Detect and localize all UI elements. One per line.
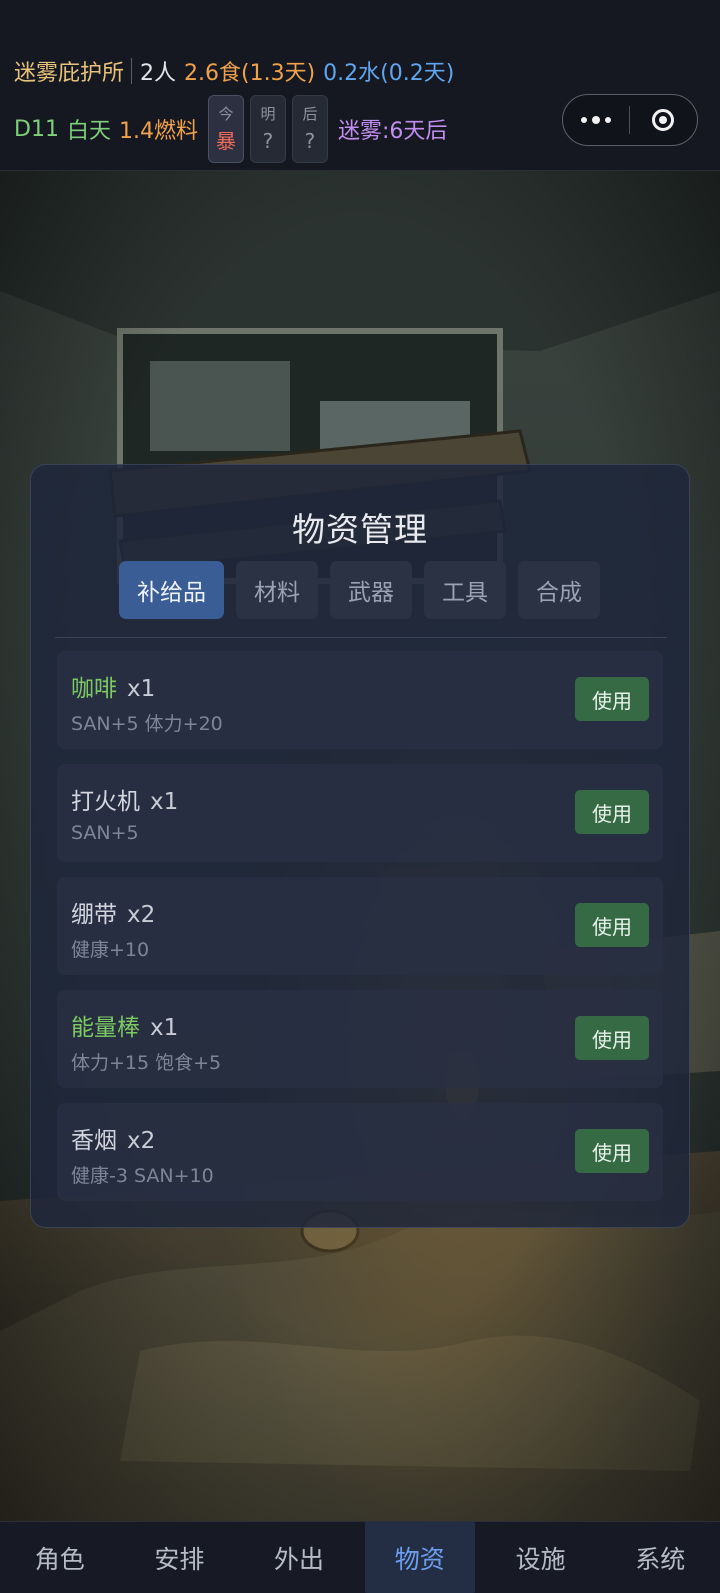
- tab-materials[interactable]: 材料: [236, 561, 318, 619]
- time-of-day: 白天: [66, 119, 111, 144]
- nav-system[interactable]: 系统: [600, 1522, 720, 1593]
- close-mini-program-icon[interactable]: [630, 94, 698, 146]
- population: 2人: [140, 61, 177, 86]
- item-name: 咖啡: [71, 676, 117, 702]
- fog-countdown: 迷雾:6天后: [337, 119, 448, 144]
- item-quantity: x2: [127, 902, 156, 928]
- item-name: 香烟: [71, 1128, 117, 1154]
- list-item: 咖啡 x1 SAN+5 体力+20 使用: [57, 651, 663, 749]
- item-quantity: x1: [127, 676, 156, 702]
- weather-day-label: 明: [260, 105, 276, 123]
- weather-day-label: 后: [302, 105, 318, 123]
- more-icon[interactable]: [563, 94, 629, 146]
- item-quantity: x1: [150, 1015, 179, 1041]
- weather-tomorrow: 明 ?: [249, 95, 286, 163]
- food-stock: 2.6食(1.3天): [184, 61, 316, 86]
- nav-supplies[interactable]: 物资: [364, 1522, 475, 1593]
- weather-day-label: 今: [218, 105, 234, 123]
- item-name: 绷带: [71, 902, 117, 928]
- nav-character[interactable]: 角色: [0, 1522, 120, 1593]
- use-button[interactable]: 使用: [575, 790, 649, 834]
- use-button[interactable]: 使用: [575, 903, 649, 947]
- item-title: 能量棒 x1: [71, 1008, 178, 1042]
- nav-schedule[interactable]: 安排: [120, 1522, 240, 1593]
- item-title: 咖啡 x1: [71, 669, 155, 703]
- list-item: 香烟 x2 健康-3 SAN+10 使用: [57, 1103, 663, 1201]
- item-title: 打火机 x1: [71, 782, 178, 816]
- item-effect: SAN+5 体力+20: [71, 713, 223, 735]
- list-item: 绷带 x2 健康+10 使用: [57, 877, 663, 975]
- weather-value: ?: [262, 129, 274, 153]
- water-stock: 0.2水(0.2天): [323, 61, 455, 86]
- weather-day-after: 后 ?: [291, 95, 328, 163]
- divider: [131, 58, 133, 84]
- mini-program-capsule: [562, 94, 698, 146]
- item-name: 打火机: [71, 789, 140, 815]
- status-bar: 迷雾庇护所 2人 2.6食(1.3天) 0.2水(0.2天) D11 白天 1.…: [0, 0, 720, 171]
- list-item: 打火机 x1 SAN+5 使用: [57, 764, 663, 862]
- item-title: 绷带 x2: [71, 895, 155, 929]
- weather-today: 今 暴: [207, 95, 244, 163]
- day-counter: D11: [14, 116, 59, 142]
- list-item: 能量棒 x1 体力+15 饱食+5 使用: [57, 990, 663, 1088]
- panel-title: 物资管理: [292, 510, 428, 549]
- item-effect: 健康-3 SAN+10: [71, 1165, 214, 1187]
- fuel-stock: 1.4燃料: [118, 119, 198, 144]
- tab-crafting[interactable]: 合成: [518, 561, 600, 619]
- weather-value: ?: [304, 129, 316, 153]
- weather-value: 暴: [215, 129, 236, 153]
- item-effect: SAN+5: [71, 822, 139, 844]
- shelter-name: 迷雾庇护所: [14, 61, 125, 86]
- item-effect: 健康+10: [71, 939, 150, 961]
- supplies-panel: 物资管理 补给品 材料 武器 工具 合成 咖啡 x1 SAN+5 体力+20 使用…: [30, 464, 690, 1228]
- tab-supplies[interactable]: 补给品: [119, 561, 224, 619]
- item-name: 能量棒: [71, 1015, 140, 1041]
- bottom-nav: 角色 安排 外出 物资 设施 系统: [0, 1521, 720, 1593]
- divider: [55, 637, 667, 638]
- day-row: D11 白天 1.4燃料 今 暴 明 ? 后 ? 迷雾:6天后: [14, 94, 447, 164]
- category-tabs: 补给品 材料 武器 工具 合成: [119, 561, 600, 619]
- item-list: 咖啡 x1 SAN+5 体力+20 使用 打火机 x1 SAN+5 使用 绷带 x2 …: [57, 651, 663, 1216]
- item-quantity: x1: [150, 789, 179, 815]
- tab-weapons[interactable]: 武器: [330, 561, 412, 619]
- resource-row: 迷雾庇护所 2人 2.6食(1.3天) 0.2水(0.2天): [14, 56, 454, 86]
- tab-tools[interactable]: 工具: [424, 561, 506, 619]
- item-effect: 体力+15 饱食+5: [71, 1052, 222, 1074]
- use-button[interactable]: 使用: [575, 1129, 649, 1173]
- weather-forecast: 今 暴 明 ? 后 ?: [202, 95, 328, 163]
- use-button[interactable]: 使用: [575, 1016, 649, 1060]
- use-button[interactable]: 使用: [575, 677, 649, 721]
- nav-expedition[interactable]: 外出: [239, 1522, 359, 1593]
- item-quantity: x2: [127, 1128, 156, 1154]
- nav-facilities[interactable]: 设施: [481, 1522, 601, 1593]
- item-title: 香烟 x2: [71, 1121, 155, 1155]
